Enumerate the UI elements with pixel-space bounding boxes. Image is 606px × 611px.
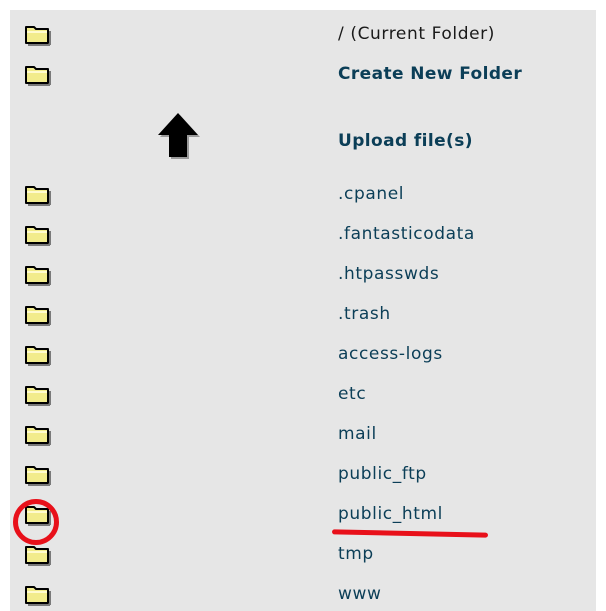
folder-link[interactable]: mail xyxy=(338,424,377,444)
folder-icon[interactable] xyxy=(24,582,52,606)
upload-row: Upload file(s) xyxy=(10,110,596,160)
folder-row: etc xyxy=(10,382,596,406)
folder-icon[interactable] xyxy=(24,182,52,206)
folder-icon[interactable] xyxy=(24,222,52,246)
folder-icon[interactable] xyxy=(24,22,52,46)
folder-row: mail xyxy=(10,422,596,446)
folder-link[interactable]: .cpanel xyxy=(338,184,404,204)
folder-icon[interactable] xyxy=(24,422,52,446)
folder-link[interactable]: www xyxy=(338,584,382,604)
current-folder-row: / (Current Folder) xyxy=(10,22,596,46)
current-folder-link[interactable]: / (Current Folder) xyxy=(338,24,495,44)
folder-link[interactable]: public_html xyxy=(338,504,443,524)
folder-row: public_ftp xyxy=(10,462,596,486)
folder-row: www xyxy=(10,582,596,606)
folder-icon[interactable] xyxy=(24,542,52,566)
folder-icon[interactable] xyxy=(24,302,52,326)
folder-row: access-logs xyxy=(10,342,596,366)
folder-link[interactable]: .fantasticodata xyxy=(338,224,475,244)
folder-row: .cpanel xyxy=(10,182,596,206)
folder-link[interactable]: .htpasswds xyxy=(338,264,439,284)
folder-row: .htpasswds xyxy=(10,262,596,286)
folder-link[interactable]: tmp xyxy=(338,544,374,564)
folder-link[interactable]: .trash xyxy=(338,304,391,324)
upload-files-link[interactable]: Upload file(s) xyxy=(338,131,473,151)
create-folder-row: Create New Folder xyxy=(10,62,596,86)
file-manager-panel: / (Current Folder) Create New Folder Upl… xyxy=(10,10,596,611)
highlight-circle xyxy=(13,499,59,545)
folder-row: public_html xyxy=(10,502,596,526)
folder-row: tmp xyxy=(10,542,596,566)
folder-icon[interactable] xyxy=(24,342,52,366)
folder-row: .trash xyxy=(10,302,596,326)
folder-icon[interactable] xyxy=(24,62,52,86)
highlight-underline xyxy=(331,529,489,538)
folder-icon[interactable] xyxy=(24,262,52,286)
folder-link[interactable]: access-logs xyxy=(338,344,443,364)
folder-icon[interactable] xyxy=(24,462,52,486)
folder-link[interactable]: public_ftp xyxy=(338,464,427,484)
create-new-folder-link[interactable]: Create New Folder xyxy=(338,64,522,84)
folder-link[interactable]: etc xyxy=(338,384,366,404)
folder-icon[interactable] xyxy=(24,382,52,406)
folder-row: .fantasticodata xyxy=(10,222,596,246)
up-arrow-icon[interactable] xyxy=(154,111,202,159)
